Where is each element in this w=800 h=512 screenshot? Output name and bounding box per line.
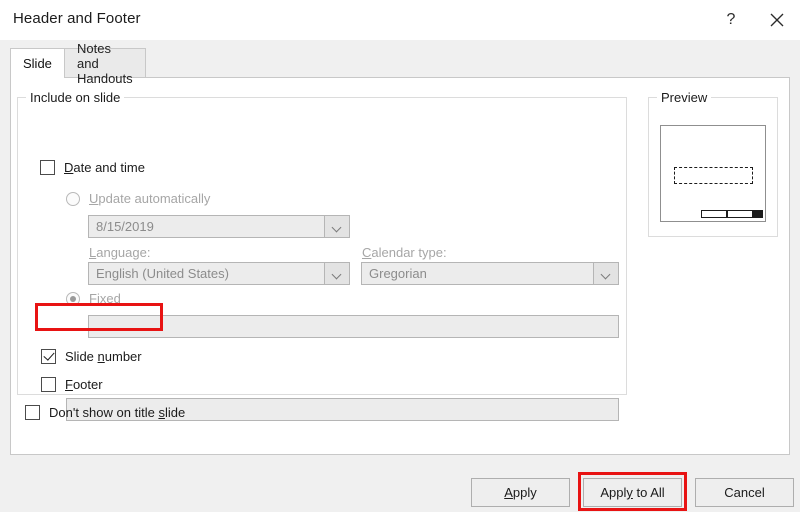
tab-slide[interactable]: Slide bbox=[10, 48, 65, 78]
fixed-text-input[interactable] bbox=[88, 315, 619, 338]
language-value-text: English (United States) bbox=[96, 266, 229, 281]
slide-number-checkbox-box bbox=[41, 349, 56, 364]
preview-slide-number-segment bbox=[753, 210, 763, 218]
window-title: Header and Footer bbox=[13, 10, 141, 27]
button-bar: Apply Apply to All Cancel bbox=[0, 464, 800, 512]
dialog-body: Slide Notes and Handouts Include on slid… bbox=[0, 40, 800, 464]
help-icon[interactable]: ? bbox=[708, 0, 754, 40]
footer-checkbox[interactable]: Footer bbox=[41, 377, 103, 392]
update-automatically-label: Update automatically bbox=[89, 191, 211, 206]
slide-number-label: Slide number bbox=[65, 349, 142, 364]
language-dropdown-chevron-down-icon[interactable] bbox=[324, 263, 349, 284]
tab-notes-and-handouts[interactable]: Notes and Handouts bbox=[64, 41, 146, 86]
language-label: Language: bbox=[89, 245, 151, 260]
slide-number-checkbox[interactable]: Slide number bbox=[41, 349, 142, 364]
date-dropdown-chevron-down-icon[interactable] bbox=[324, 216, 349, 237]
include-on-slide-label: Include on slide bbox=[26, 90, 125, 105]
calendar-type-value-text: Gregorian bbox=[369, 266, 427, 281]
date-value-combobox[interactable]: 8/15/2019 bbox=[88, 215, 350, 238]
preview-footer-center-segment bbox=[727, 210, 753, 218]
date-and-time-checkbox[interactable]: Date and time bbox=[40, 160, 145, 175]
cancel-button-label: Cancel bbox=[724, 485, 765, 500]
fixed-radio-circle bbox=[66, 291, 80, 306]
fixed-label: Fixed bbox=[89, 291, 121, 306]
apply-to-all-button-label: Apply to All bbox=[600, 485, 665, 500]
dont-show-on-title-slide-checkbox-box bbox=[25, 405, 40, 420]
dont-show-on-title-slide-checkbox[interactable]: Don't show on title slide bbox=[25, 405, 185, 420]
update-automatically-radio-circle bbox=[66, 191, 80, 206]
apply-button-label: Apply bbox=[504, 485, 537, 500]
apply-to-all-button[interactable]: Apply to All bbox=[583, 478, 682, 507]
fixed-radio[interactable]: Fixed bbox=[66, 291, 121, 306]
update-automatically-radio[interactable]: Update automatically bbox=[66, 191, 210, 206]
date-and-time-label: Date and time bbox=[64, 160, 145, 175]
date-and-time-checkbox-box bbox=[40, 160, 55, 175]
date-value-text: 8/15/2019 bbox=[96, 219, 154, 234]
close-icon[interactable] bbox=[754, 0, 800, 40]
calendar-type-combobox[interactable]: Gregorian bbox=[361, 262, 619, 285]
footer-label: Footer bbox=[65, 377, 103, 392]
footer-checkbox-box bbox=[41, 377, 56, 392]
tab-slide-label: Slide bbox=[23, 56, 52, 71]
dont-show-on-title-slide-label: Don't show on title slide bbox=[49, 405, 186, 420]
preview-footer-left-segment bbox=[701, 210, 727, 218]
calendar-dropdown-chevron-down-icon[interactable] bbox=[593, 263, 618, 284]
preview-label: Preview bbox=[657, 90, 712, 105]
preview-body-placeholder bbox=[674, 167, 753, 184]
apply-button[interactable]: Apply bbox=[471, 478, 570, 507]
title-bar: Header and Footer ? bbox=[0, 0, 800, 41]
cancel-button[interactable]: Cancel bbox=[695, 478, 794, 507]
language-combobox[interactable]: English (United States) bbox=[88, 262, 350, 285]
tab-notes-and-handouts-label: Notes and Handouts bbox=[77, 40, 133, 86]
calendar-type-label: Calendar type: bbox=[362, 245, 447, 260]
